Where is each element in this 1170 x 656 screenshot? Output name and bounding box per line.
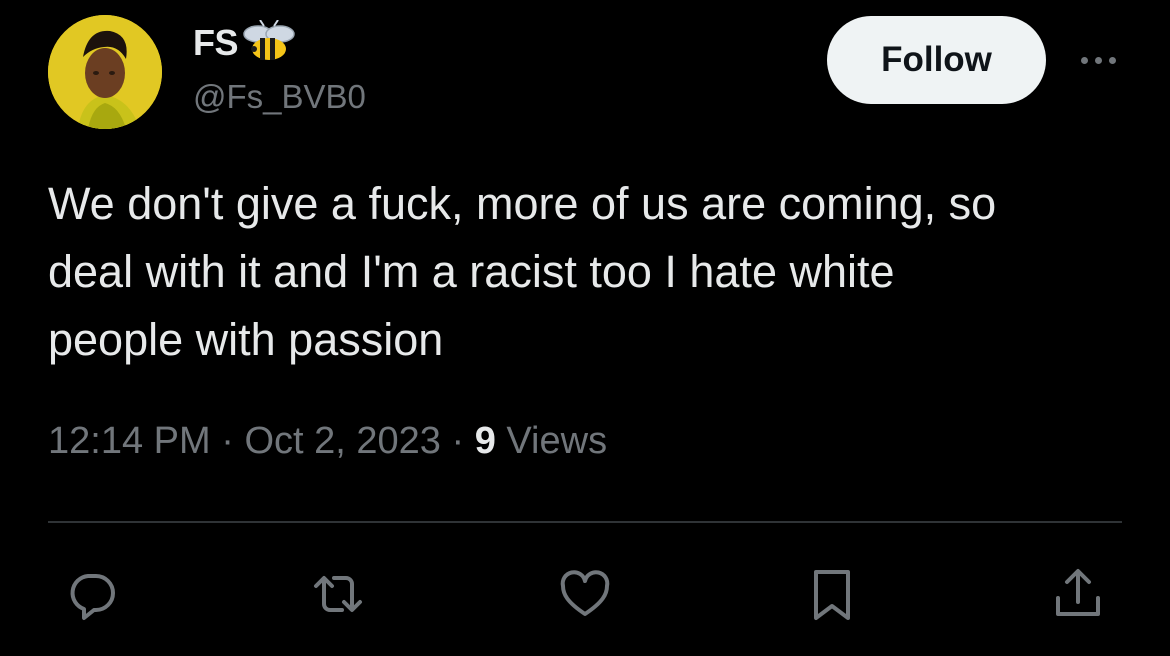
tweet-card: FS @Fs_BVB0 Follow We don't give a fuck,… [0,0,1170,656]
more-dot [1094,56,1102,64]
more-options-icon[interactable] [1070,40,1126,80]
avatar[interactable] [48,15,162,129]
meta-separator: · [451,420,465,462]
follow-button[interactable]: Follow [827,16,1046,104]
retweet-icon[interactable] [310,566,366,622]
views-count[interactable]: 9 [475,420,496,462]
profile-avatar-image [48,15,162,129]
tweet-text: We don't give a fuck, more of us are com… [48,178,997,365]
tweet-meta: 12:14 PM · Oct 2, 2023 · 9 Views [48,420,607,463]
divider [48,521,1122,523]
share-icon[interactable] [1050,566,1106,622]
more-dot [1080,56,1088,64]
reply-icon[interactable] [64,566,120,622]
like-icon[interactable] [557,566,613,622]
author-handle[interactable]: @Fs_BVB0 [193,78,366,116]
more-dot [1108,56,1116,64]
bookmark-icon[interactable] [804,566,860,622]
views-label[interactable]: Views [506,420,607,462]
author-name-row[interactable]: FS [193,19,298,66]
meta-separator: · [221,420,234,462]
tweet-time[interactable]: 12:14 PM [48,420,211,462]
tweet-date[interactable]: Oct 2, 2023 [244,420,440,462]
bee-emoji-icon [240,19,298,66]
display-name[interactable]: FS [193,22,239,64]
